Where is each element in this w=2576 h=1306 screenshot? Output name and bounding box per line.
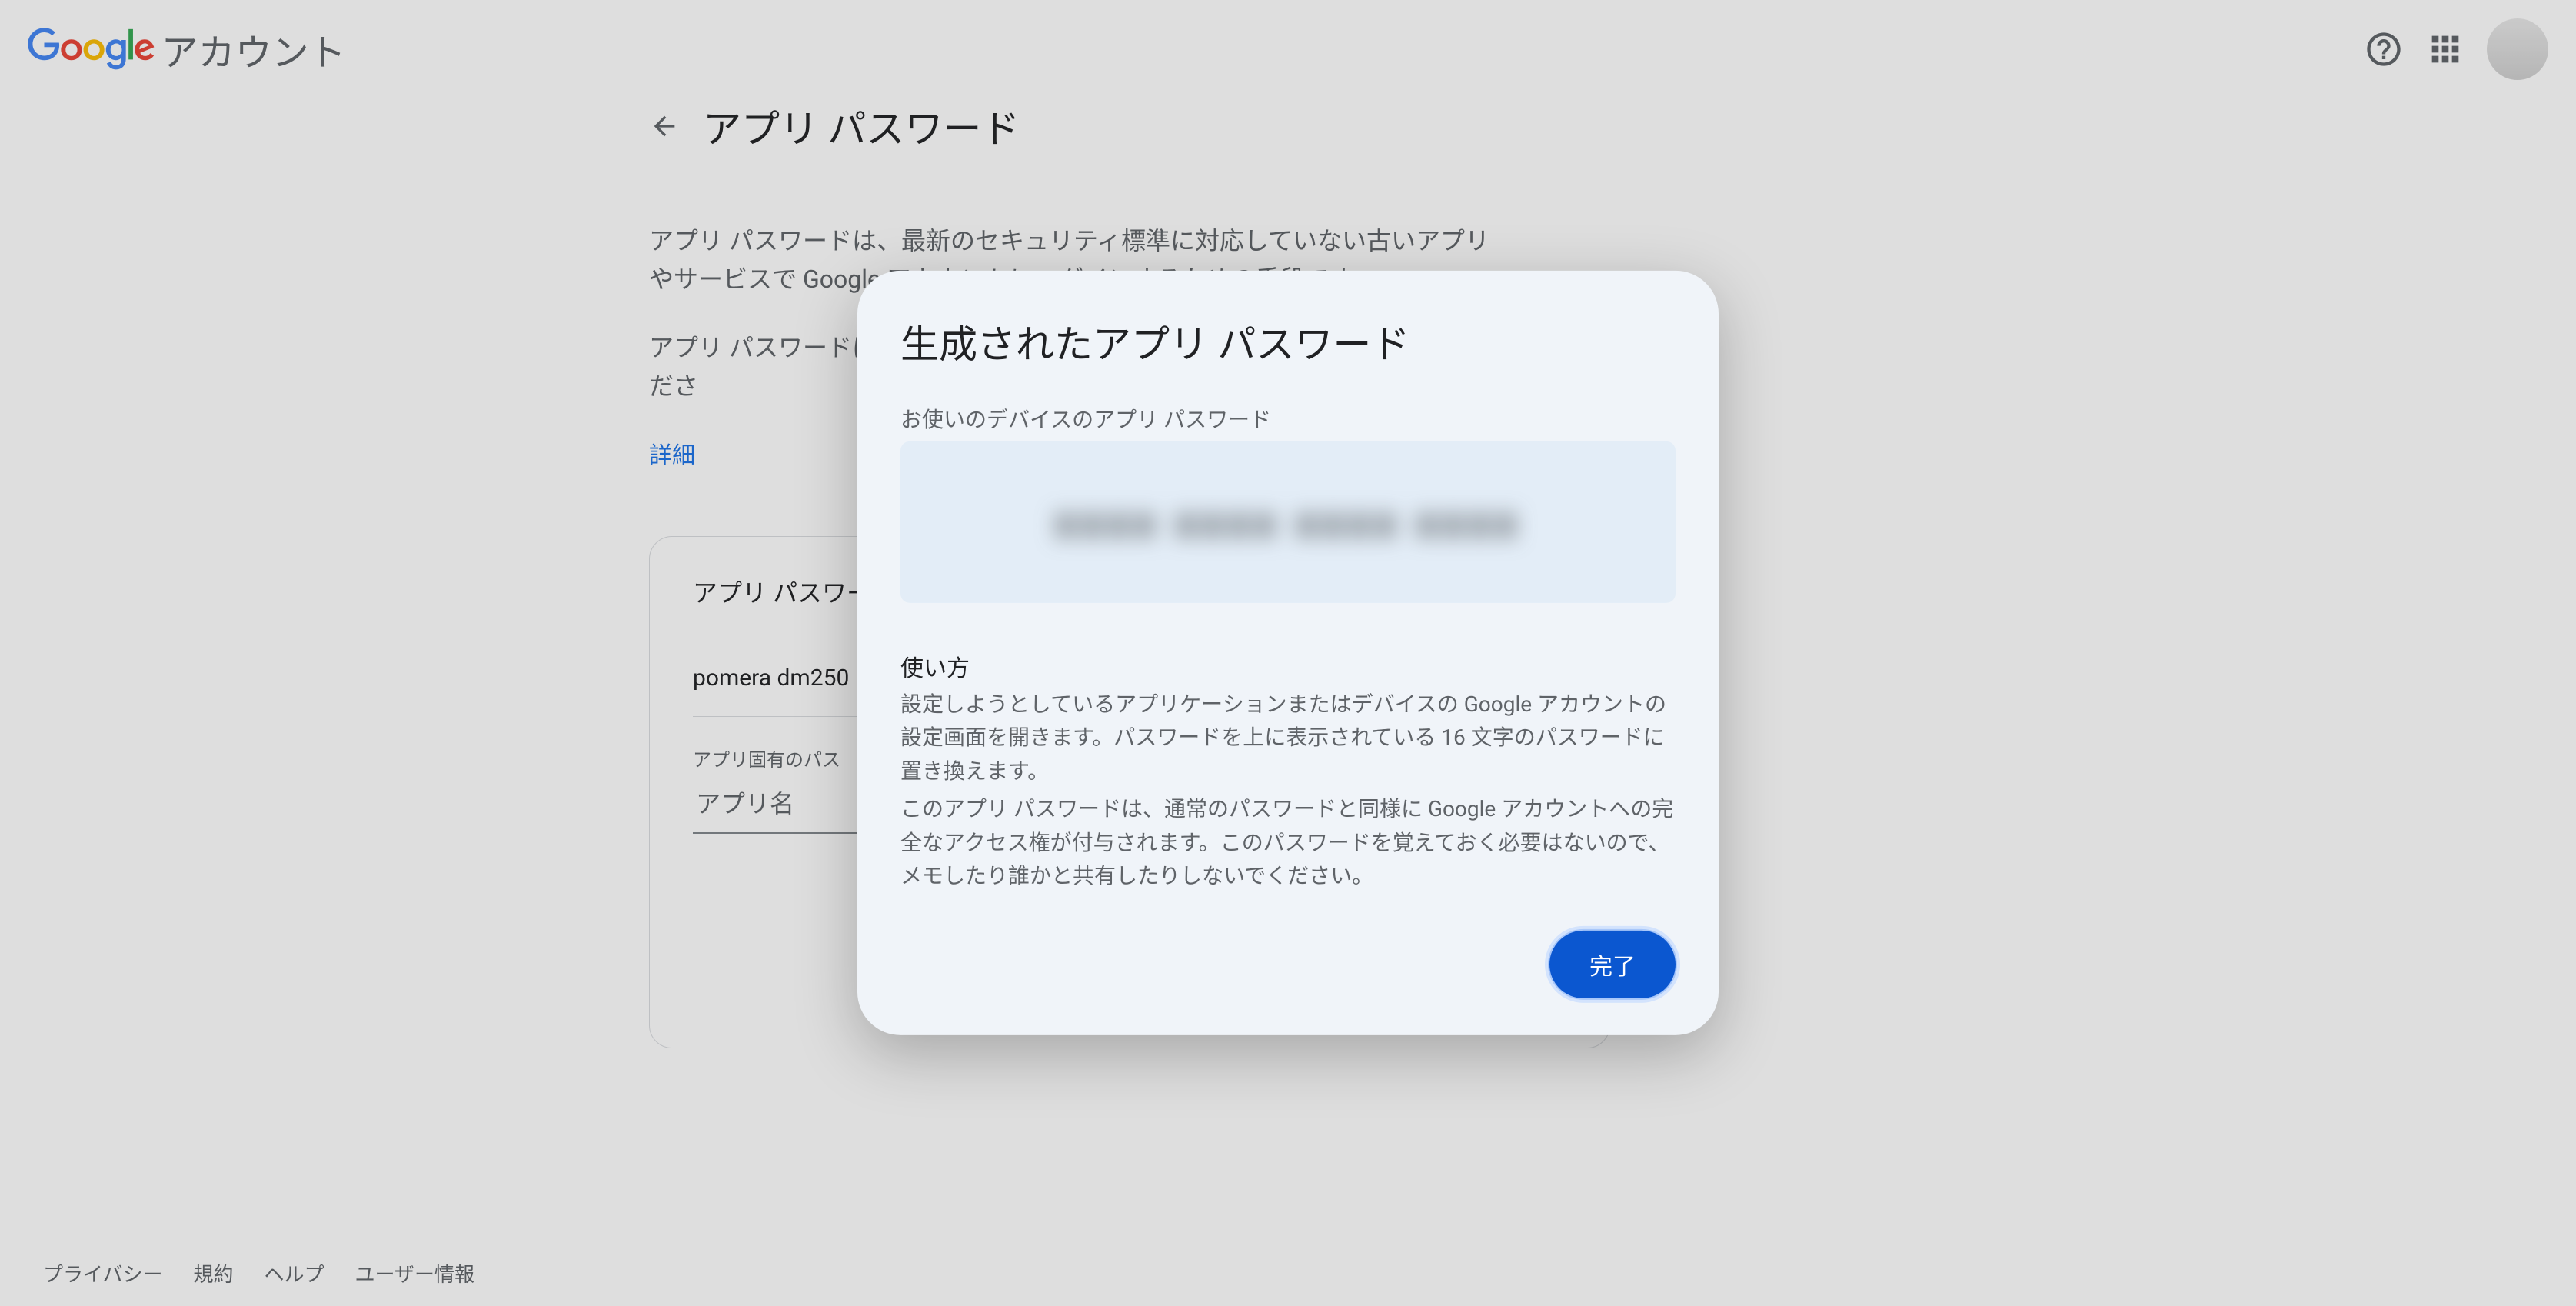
password-display-box: xxxx xxxx xxxx xxxx bbox=[900, 441, 1676, 603]
generated-password-value[interactable]: xxxx xxxx xxxx xxxx bbox=[1055, 497, 1521, 548]
usage-paragraph-1: 設定しようとしているアプリケーションまたはデバイスの Google アカウントの… bbox=[900, 688, 1676, 788]
usage-body: 設定しようとしているアプリケーションまたはデバイスの Google アカウントの… bbox=[900, 688, 1676, 892]
usage-paragraph-2: このアプリ パスワードは、通常のパスワードと同様に Google アカウントへの… bbox=[900, 792, 1676, 892]
dialog-title: 生成されたアプリ パスワード bbox=[900, 314, 1676, 369]
dialog-subtitle: お使いのデバイスのアプリ パスワード bbox=[900, 403, 1676, 434]
done-button[interactable]: 完了 bbox=[1549, 931, 1676, 998]
usage-heading: 使い方 bbox=[900, 649, 1676, 683]
generated-password-dialog: 生成されたアプリ パスワード お使いのデバイスのアプリ パスワード xxxx x… bbox=[857, 271, 1719, 1035]
